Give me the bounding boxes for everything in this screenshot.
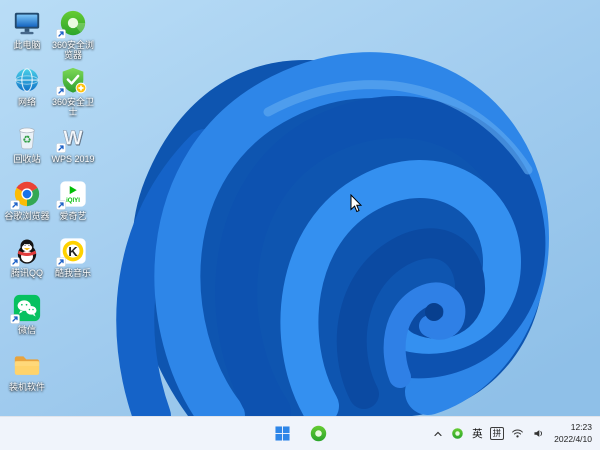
windows-logo-icon	[274, 426, 290, 441]
taskbar: 英 拼 12:23 2022/4/10	[0, 416, 600, 450]
shield-icon	[56, 65, 88, 96]
shortcut-arrow-icon	[56, 143, 66, 153]
taskbar-center	[268, 420, 332, 448]
folder-icon	[12, 350, 42, 380]
desktop-icon-label: 酷我音乐	[54, 268, 91, 278]
desktop-icon-software-folder[interactable]: 装机软件	[4, 350, 50, 392]
svg-text:K: K	[68, 244, 78, 259]
svg-text:iQIYI: iQIYI	[66, 197, 80, 204]
start-button[interactable]	[268, 420, 296, 448]
desktop-icon-chrome[interactable]: 谷歌浏览器	[4, 179, 50, 221]
qq-penguin-icon	[10, 236, 42, 267]
desktop-icon-label: 微信	[17, 325, 36, 335]
kuwo-music-icon: K	[56, 236, 88, 267]
desktop-icon-wechat[interactable]: 微信	[4, 293, 50, 335]
desktop-icon-qq[interactable]: 腾讯QQ	[4, 236, 50, 278]
desktop[interactable]: 此电脑 360安全浏览器 网络 360安全卫士 ♻ 回收站 W W WPS 20…	[0, 0, 600, 416]
desktop-icon-label: 网络	[17, 97, 36, 107]
iqiyi-icon: iQIYI	[56, 179, 88, 210]
desktop-icon-label: WPS 2019	[51, 154, 95, 164]
desktop-icon-recycle-bin[interactable]: ♻ 回收站	[4, 122, 50, 164]
desktop-icon-360-browser[interactable]: 360安全浏览器	[50, 8, 96, 61]
360-browser-icon	[56, 8, 88, 39]
desktop-icon-360-safe[interactable]: 360安全卫士	[50, 65, 96, 118]
desktop-icon-label: 360安全浏览器	[51, 40, 95, 61]
network-globe-icon	[12, 65, 42, 95]
clock[interactable]: 12:23 2022/4/10	[552, 422, 596, 444]
clock-date: 2022/4/10	[554, 433, 592, 444]
shortcut-arrow-icon	[56, 86, 66, 96]
clock-time: 12:23	[570, 422, 592, 433]
this-pc-icon	[12, 8, 42, 38]
desktop-icon-label: 腾讯QQ	[10, 268, 43, 278]
shortcut-arrow-icon	[56, 257, 66, 267]
ime-pinyin-badge[interactable]: 拼	[489, 426, 505, 441]
desktop-icon-label: 回收站	[13, 154, 41, 164]
desktop-icon-label: 装机软件	[8, 382, 45, 392]
recycle-bin-icon: ♻	[12, 122, 42, 152]
desktop-icon-this-pc[interactable]: 此电脑	[4, 8, 50, 50]
desktop-icon-iqiyi[interactable]: iQIYI 爱奇艺	[50, 179, 96, 221]
shortcut-arrow-icon	[56, 200, 66, 210]
chrome-icon	[10, 179, 42, 210]
desktop-icon-label: 360安全卫士	[51, 97, 95, 118]
svg-text:W: W	[63, 127, 83, 150]
shortcut-arrow-icon	[10, 314, 20, 324]
desktop-icon-label: 爱奇艺	[59, 211, 87, 221]
wechat-icon	[10, 293, 42, 324]
network-icon[interactable]	[510, 417, 525, 450]
taskbar-item-360-browser[interactable]	[304, 420, 332, 448]
shortcut-arrow-icon	[56, 29, 66, 39]
tray-chevron-up-icon[interactable]	[432, 417, 444, 450]
shortcut-arrow-icon	[10, 200, 20, 210]
shortcut-arrow-icon	[10, 257, 20, 267]
desktop-screen: 此电脑 360安全浏览器 网络 360安全卫士 ♻ 回收站 W W WPS 20…	[0, 0, 600, 450]
desktop-icon-label: 谷歌浏览器	[4, 211, 50, 221]
system-tray: 英 拼 12:23 2022/4/10	[432, 417, 596, 450]
volume-icon[interactable]	[531, 417, 546, 450]
desktop-icon-label: 此电脑	[13, 40, 41, 50]
desktop-icon-network[interactable]: 网络	[4, 65, 50, 107]
360-browser-icon	[309, 424, 328, 443]
ime-language-indicator[interactable]: 英	[471, 417, 484, 450]
svg-text:♻: ♻	[22, 134, 31, 146]
wps-icon: W W	[56, 122, 88, 153]
desktop-icon-kuwo[interactable]: K 酷我音乐	[50, 236, 96, 278]
desktop-icon-wps[interactable]: W W WPS 2019	[50, 122, 96, 164]
tray-360-icon[interactable]	[450, 417, 465, 450]
